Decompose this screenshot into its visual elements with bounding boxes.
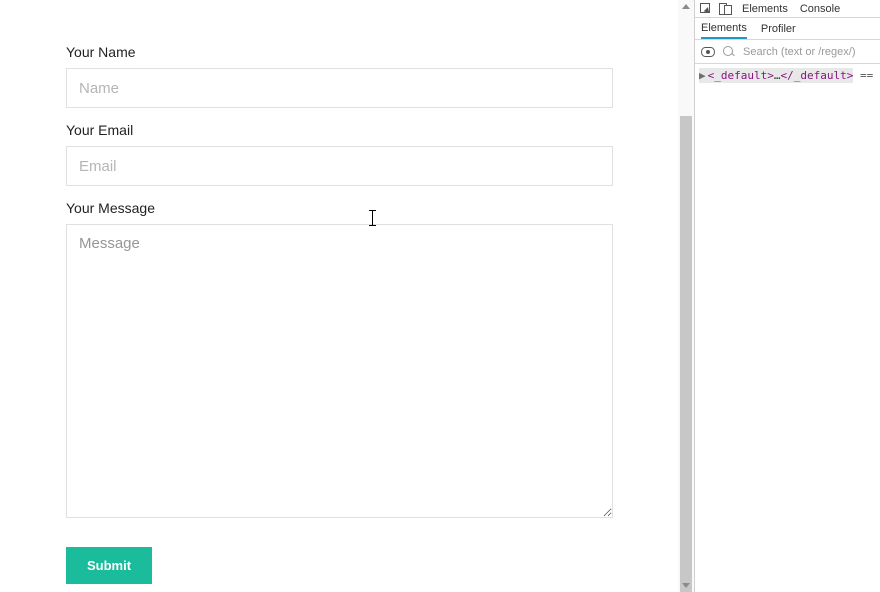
device-toggle-icon[interactable]	[719, 2, 733, 16]
devtools-panel: Elements Console Elements Profiler Searc…	[694, 0, 880, 592]
scroll-down-arrow-icon[interactable]	[682, 583, 690, 588]
name-input[interactable]	[66, 68, 613, 108]
scrollbar-thumb[interactable]	[680, 116, 692, 592]
devtools-searchbar: Search (text or /regex/)	[695, 40, 880, 64]
devtools-search-input[interactable]: Search (text or /regex/)	[743, 46, 856, 58]
tree-expand-icon[interactable]: ▶	[699, 69, 706, 82]
page-content: Your Name Your Email Your Message Submit	[0, 0, 678, 592]
message-textarea[interactable]	[66, 224, 613, 518]
name-label: Your Name	[66, 44, 612, 60]
devtools-dom-tree[interactable]: ▶<_default>…</_default> == $r	[695, 64, 880, 87]
inspect-element-icon[interactable]	[699, 2, 713, 16]
tab-console[interactable]: Console	[797, 3, 843, 15]
contact-form: Your Name Your Email Your Message Submit	[0, 0, 678, 584]
scrollbar-track[interactable]	[680, 14, 692, 578]
scroll-up-arrow-icon[interactable]	[682, 4, 690, 9]
message-label: Your Message	[66, 200, 612, 216]
tree-equals: ==	[853, 69, 880, 82]
submit-button[interactable]: Submit	[66, 547, 152, 584]
page-scrollbar[interactable]	[678, 0, 694, 592]
subtab-profiler[interactable]: Profiler	[761, 20, 796, 38]
search-icon[interactable]	[723, 46, 735, 58]
tree-node-default[interactable]: ▶<_default>…</_default>	[699, 68, 853, 83]
email-label: Your Email	[66, 122, 612, 138]
devtools-topbar: Elements Console	[695, 0, 880, 18]
tab-elements[interactable]: Elements	[739, 3, 791, 15]
eye-icon[interactable]	[701, 47, 715, 57]
subtab-elements[interactable]: Elements	[701, 19, 747, 39]
devtools-subtabs: Elements Profiler	[695, 18, 880, 40]
email-input[interactable]	[66, 146, 613, 186]
